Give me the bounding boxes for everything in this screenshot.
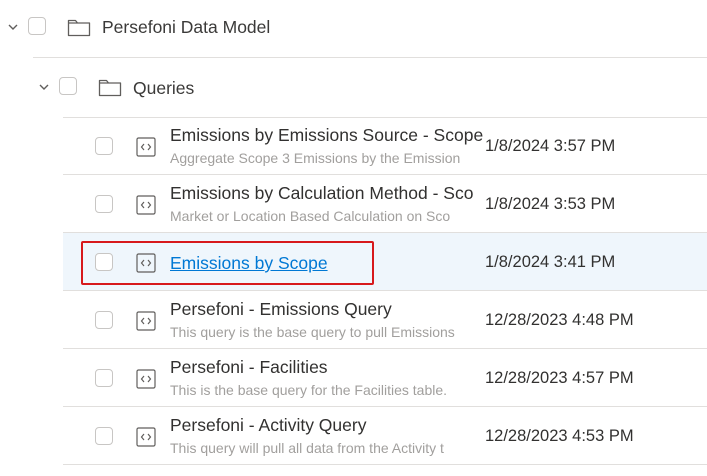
highlight-annotation-box	[81, 241, 374, 285]
query-title[interactable]: Emissions by Emissions Source - Scope	[170, 125, 485, 146]
expand-chevron-icon[interactable]	[38, 81, 50, 93]
folder-icon	[67, 17, 91, 37]
query-code-icon	[136, 137, 156, 157]
row-checkbox[interactable]	[95, 369, 113, 387]
query-row[interactable]: Emissions by Emissions Source - Scope Ag…	[63, 117, 707, 175]
queries-folder-checkbox[interactable]	[59, 77, 77, 95]
root-folder-label[interactable]: Persefoni Data Model	[102, 17, 270, 38]
row-checkbox[interactable]	[95, 311, 113, 329]
query-description: This query is the base query to pull Emi…	[170, 324, 455, 340]
query-title[interactable]: Persefoni - Activity Query	[170, 415, 485, 436]
modified-date: 12/28/2023 4:48 PM	[485, 311, 634, 329]
divider	[33, 57, 707, 58]
expand-chevron-icon[interactable]	[7, 21, 19, 33]
query-description: Market or Location Based Calculation on …	[170, 208, 451, 224]
query-description: Aggregate Scope 3 Emissions by the Emiss…	[170, 150, 461, 166]
row-checkbox[interactable]	[95, 137, 113, 155]
query-row[interactable]: Persefoni - Facilities This is the base …	[63, 349, 707, 407]
query-row[interactable]: Persefoni - Activity Query This query wi…	[63, 407, 707, 465]
modified-date: 12/28/2023 4:53 PM	[485, 427, 634, 445]
modified-date: 1/8/2024 3:57 PM	[485, 137, 616, 155]
modified-date: 1/8/2024 3:53 PM	[485, 195, 616, 213]
row-checkbox[interactable]	[95, 195, 113, 213]
modified-date: 1/8/2024 3:41 PM	[485, 253, 616, 271]
modified-date: 12/28/2023 4:57 PM	[485, 369, 634, 387]
query-row[interactable]: Emissions by Calculation Method - Sco Ma…	[63, 175, 707, 233]
query-code-icon	[136, 195, 156, 215]
folder-icon	[98, 77, 122, 97]
row-checkbox[interactable]	[95, 427, 113, 445]
query-code-icon	[136, 427, 156, 447]
query-description: This is the base query for the Facilitie…	[170, 382, 448, 398]
query-title[interactable]: Persefoni - Emissions Query	[170, 299, 485, 320]
query-code-icon	[136, 311, 156, 331]
query-title[interactable]: Emissions by Calculation Method - Sco	[170, 183, 485, 204]
query-description: This query will pull all data from the A…	[170, 440, 444, 456]
query-title[interactable]: Persefoni - Facilities	[170, 357, 485, 378]
query-code-icon	[136, 369, 156, 389]
root-folder-checkbox[interactable]	[28, 17, 46, 35]
queries-folder-label[interactable]: Queries	[133, 78, 194, 99]
query-row[interactable]: Persefoni - Emissions Query This query i…	[63, 291, 707, 349]
